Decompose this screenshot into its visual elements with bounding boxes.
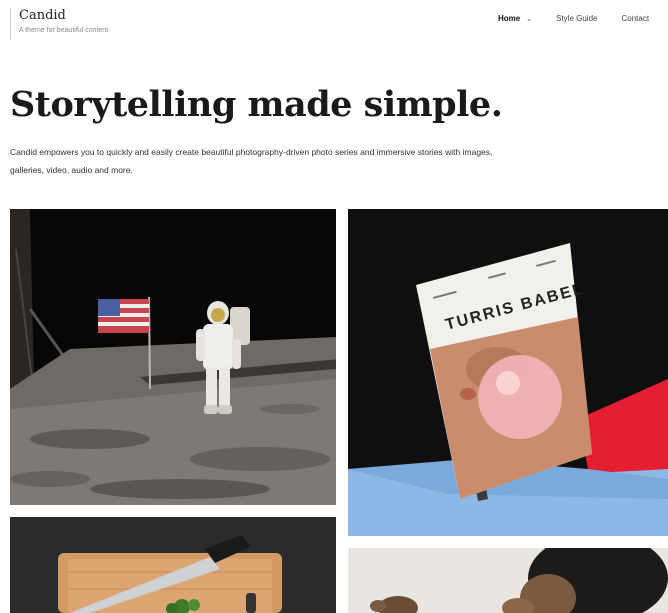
page-title: Storytelling made simple. xyxy=(10,84,503,125)
nav-item-home[interactable]: Home ⌄ xyxy=(498,14,532,23)
main-nav: Home ⌄ Style Guide Contact xyxy=(498,14,649,23)
magazine-image: TURRIS BABEL xyxy=(348,209,668,536)
page-description: Candid empowers you to quickly and easil… xyxy=(10,147,493,175)
nav-item-label: Contact xyxy=(621,14,650,23)
knife-board-image xyxy=(10,517,336,613)
moon-landing-photo[interactable] xyxy=(10,209,336,505)
nav-item-style-guide[interactable]: Style Guide xyxy=(556,14,597,23)
knife-cutting-board-photo[interactable] xyxy=(10,517,336,613)
nav-item-label: Style Guide xyxy=(556,14,598,23)
site-title[interactable]: Candid xyxy=(19,8,108,24)
chevron-down-icon[interactable]: ⌄ xyxy=(526,15,532,23)
nav-item-contact[interactable]: Contact xyxy=(621,14,649,23)
stuffed-toy-photo[interactable] xyxy=(348,548,668,613)
site-header: Candid A theme for beautiful content Hom… xyxy=(0,0,668,50)
toy-image xyxy=(348,548,668,613)
brand[interactable]: Candid A theme for beautiful content xyxy=(10,8,108,40)
site-tagline: A theme for beautiful content xyxy=(19,27,109,34)
nav-item-label: Home xyxy=(498,14,521,23)
turris-babel-magazine-photo[interactable]: TURRIS BABEL xyxy=(348,209,668,536)
moon-landing-image xyxy=(10,209,336,505)
